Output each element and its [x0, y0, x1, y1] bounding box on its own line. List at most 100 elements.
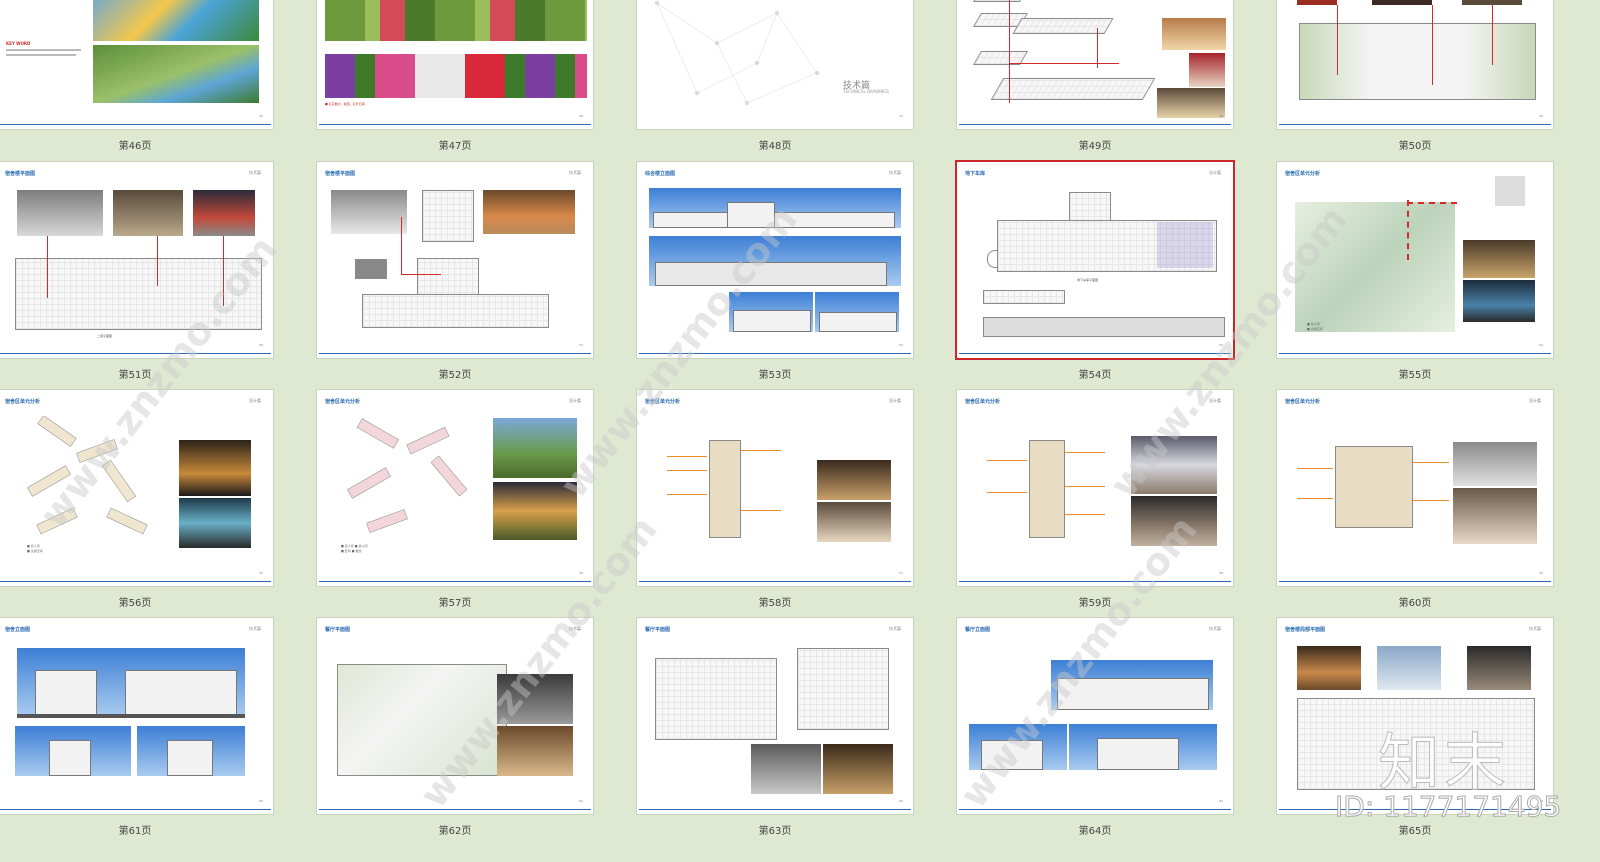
page-heading: 宿舍区单元分析	[645, 399, 681, 405]
page-number: 47	[899, 114, 903, 118]
page-number: 61	[579, 799, 583, 803]
page-preview: ■ 红花檵木、紫薇、红叶石楠 46	[317, 0, 593, 129]
page-label: 第60页	[1398, 598, 1432, 609]
page-heading: 餐厅立面图	[965, 627, 991, 633]
page-thumbnail[interactable]: 宿舍区单元分析 设计篇 58 第59页	[957, 390, 1233, 609]
page-thumbnail[interactable]: 宿舍区单元分析 设计篇 ■ 双人间 ■ 多人间 ■ 套间 ■ 餐饮 56 第57页	[317, 390, 593, 609]
page-label: 第54页	[1078, 370, 1112, 381]
page-label: 第57页	[438, 598, 472, 609]
page-thumbnail[interactable]: 技术篇 TECHNICAL DRAWINGS 47 第48页	[637, 0, 913, 152]
page-heading: 宿舍立面图	[5, 627, 31, 633]
page-number: 57	[899, 571, 903, 575]
page-number: 59	[1539, 571, 1543, 575]
page-label: 第53页	[758, 370, 792, 381]
page-thumbnail[interactable]: 餐厅立面图 技术篇 63 第64页	[957, 618, 1233, 837]
page-preview: 宿舍立面图 技术篇 60	[0, 618, 273, 814]
page-preview: 餐厅平面图 技术篇 62	[637, 618, 913, 814]
page-number: 62	[899, 799, 903, 803]
page-label: 第49页	[1078, 141, 1112, 152]
page-thumbnail[interactable]: 49 第50页	[1277, 0, 1553, 152]
page-label: 第55页	[1398, 370, 1432, 381]
page-number: 46	[579, 114, 583, 118]
page-label: 第46页	[118, 141, 152, 152]
unit-plan-drawing	[27, 416, 148, 535]
page-label: 第62页	[438, 826, 472, 837]
page-thumbnail[interactable]: 餐厅平面图 技术篇 62 第63页	[637, 618, 913, 837]
page-thumbnail[interactable]: ■ 红花檵木、紫薇、红叶石楠 46 第47页	[317, 0, 593, 152]
page-preview: 地下车库 设计篇 地下车库平面图 53	[957, 162, 1233, 358]
keyword-title: KEY WORD	[6, 41, 31, 46]
page-number: 52	[899, 343, 903, 347]
page-number: 63	[1219, 799, 1223, 803]
page-thumbnail[interactable]: 餐厅平面图 技术篇 61 第62页	[317, 618, 593, 837]
page-label: 第48页	[758, 141, 792, 152]
page-preview: 宿舍区单元分析 设计篇 ■ 双人间 ■ 交通空间 55	[0, 390, 273, 586]
page-label: 第51页	[118, 370, 152, 381]
page-heading: 宿舍区单元分析	[965, 399, 1001, 405]
page-preview: 综合楼立面图 技术篇 52	[637, 162, 913, 358]
page-heading: 宿舍楼平面图	[325, 171, 356, 177]
page-preview: 48	[957, 0, 1233, 129]
page-heading: 宿舍区单元分析	[1285, 171, 1321, 177]
page-number: 58	[1219, 571, 1223, 575]
page-preview: 宿舍区单元分析 设计篇 ■ 双人间 ■ 多人间 ■ 套间 ■ 餐饮 56	[317, 390, 593, 586]
page-number: 53	[1219, 343, 1223, 347]
page-thumbnail[interactable]: 宿舍区单元分析 设计篇 59 第60页	[1277, 390, 1553, 609]
page-preview: KEY WORD 45	[0, 0, 273, 129]
page-label: 第47页	[438, 141, 472, 152]
page-preview: 技术篇 TECHNICAL DRAWINGS 47	[637, 0, 913, 129]
page-preview: 宿舍楼平面图 技术篇 二层平面图 50	[0, 162, 273, 358]
page-number: 56	[579, 571, 583, 575]
page-preview: 餐厅立面图 技术篇 63	[957, 618, 1233, 814]
page-heading: 餐厅平面图	[645, 627, 671, 633]
page-number: 60	[259, 799, 263, 803]
page-label: 第59页	[1078, 598, 1112, 609]
page-heading: 宿舍区单元分析	[1285, 399, 1321, 405]
page-label: 第56页	[118, 598, 152, 609]
page-thumbnail[interactable]: KEY WORD 45 第46页	[0, 0, 273, 152]
page-thumbnail-selected[interactable]: 地下车库 设计篇 地下车库平面图 53 第54页	[957, 162, 1233, 381]
page-label: 第58页	[758, 598, 792, 609]
page-preview: 宿舍区单元分析 设计篇 59	[1277, 390, 1553, 586]
page-thumbnail[interactable]: 宿舍立面图 技术篇 60 第61页	[0, 618, 273, 837]
page-label: 第50页	[1398, 141, 1432, 152]
section-subtitle: TECHNICAL DRAWINGS	[843, 89, 889, 94]
page-heading: 地下车库	[965, 171, 986, 177]
network-graphic	[654, 0, 820, 106]
page-preview: 餐厅平面图 技术篇 61	[317, 618, 593, 814]
unit-plan-drawing	[347, 418, 468, 533]
brand-logo-watermark: 知末	[1377, 726, 1511, 800]
page-thumbnail[interactable]: 宿舍区单元分析 设计篇 ■ 双人间 ■ 交通空间 55 第56页	[0, 390, 273, 609]
page-label: 第65页	[1398, 826, 1432, 837]
thumbnail-grid: KEY WORD 45 第46页 ■ 红花檵木、紫薇、红叶石楠 46 第47页	[0, 0, 1600, 862]
page-preview: 宿舍楼平面图 技术篇 51	[317, 162, 593, 358]
page-thumbnail[interactable]: 宿舍区单元分析 ■ 双人间 ■ 交通空间 54 第55页	[1277, 162, 1553, 381]
page-label: 第64页	[1078, 826, 1112, 837]
page-heading: 宿舍楼平面图	[5, 171, 36, 177]
page-preview: 宿舍区单元分析 设计篇 58	[957, 390, 1233, 586]
page-heading: 综合楼立面图	[645, 171, 676, 177]
page-thumbnail[interactable]: 综合楼立面图 技术篇 52 第53页	[637, 162, 913, 381]
page-heading: 宿舍区单元分析	[325, 399, 361, 405]
page-heading: 宿舍区单元分析	[5, 399, 41, 405]
page-number: 51	[579, 343, 583, 347]
page-number: 49	[1539, 114, 1543, 118]
page-preview: 宿舍区单元分析 设计篇 57	[637, 390, 913, 586]
page-number: 45	[259, 114, 263, 118]
page-thumbnail[interactable]: 宿舍楼平面图 技术篇 51 第52页	[317, 162, 593, 381]
page-thumbnail[interactable]: 宿舍区单元分析 设计篇 57 第58页	[637, 390, 913, 609]
page-thumbnail[interactable]: 48 第49页	[957, 0, 1233, 152]
page-number: 55	[259, 571, 263, 575]
page-heading: 餐厅平面图	[325, 627, 351, 633]
id-watermark: ID: 1177171495	[1334, 790, 1562, 824]
page-heading: 宿舍楼局部平面图	[1285, 627, 1326, 633]
page-number: 54	[1539, 343, 1543, 347]
page-number: 48	[1219, 114, 1223, 118]
page-number: 50	[259, 343, 263, 347]
page-preview: 49	[1277, 0, 1553, 129]
page-label: 第52页	[438, 370, 472, 381]
page-thumbnail[interactable]: 宿舍楼平面图 技术篇 二层平面图 50 第51页	[0, 162, 273, 381]
page-label: 第63页	[758, 826, 792, 837]
page-label: 第61页	[118, 826, 152, 837]
page-preview: 宿舍区单元分析 ■ 双人间 ■ 交通空间 54	[1277, 162, 1553, 358]
